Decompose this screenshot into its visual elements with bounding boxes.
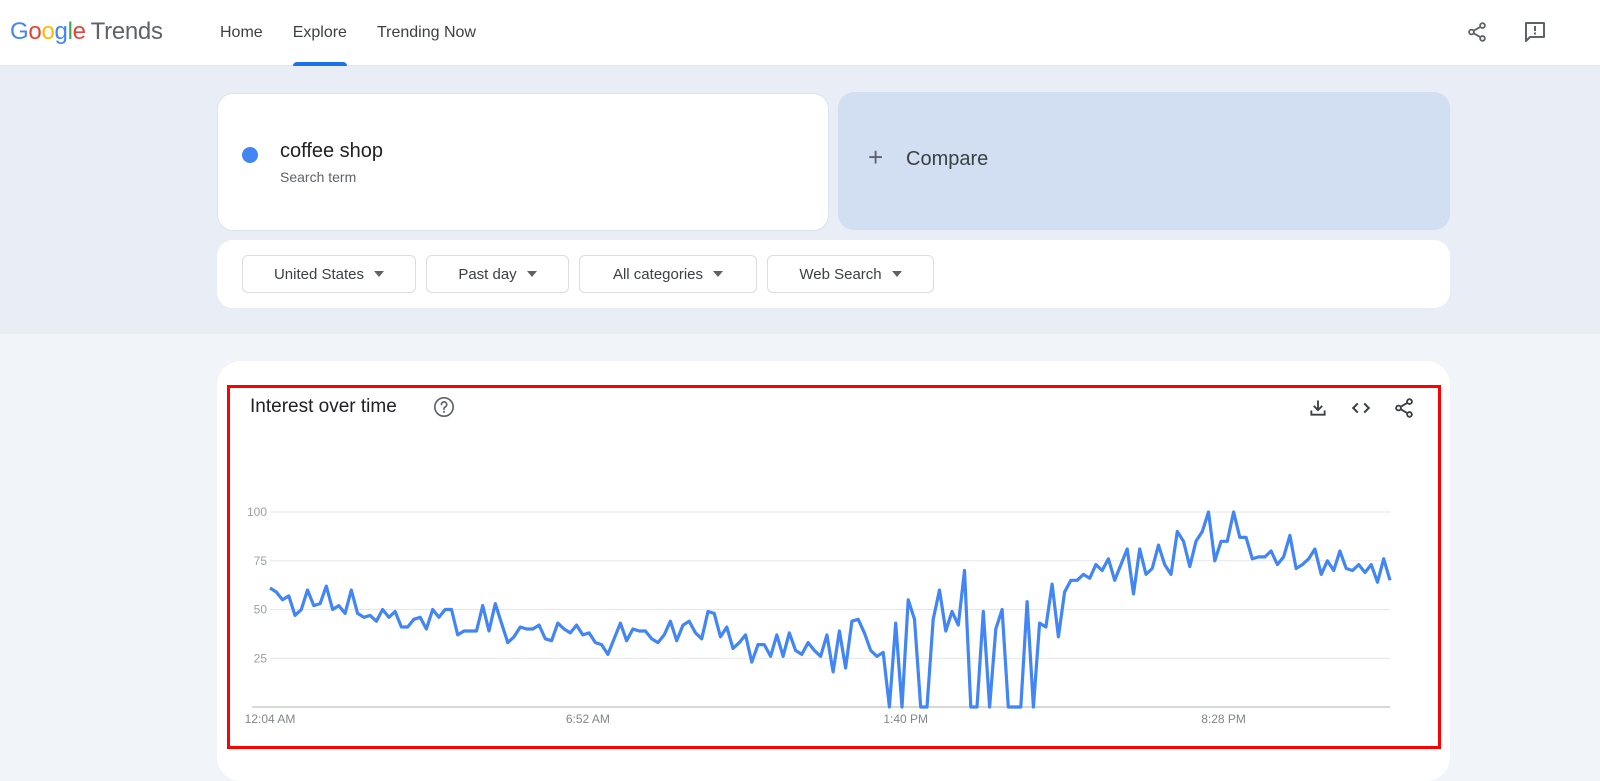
product-name: Trends xyxy=(90,18,163,45)
search-property-value: Web Search xyxy=(799,265,882,283)
search-property-dropdown[interactable]: Web Search xyxy=(767,255,934,293)
main-nav: Home Explore Trending Now xyxy=(205,0,491,66)
search-term-name[interactable]: coffee shop xyxy=(280,140,383,163)
category-dropdown[interactable]: All categories xyxy=(579,255,757,293)
nav-trending-now[interactable]: Trending Now xyxy=(362,0,491,66)
compare-label: Compare xyxy=(906,148,989,170)
share-icon[interactable] xyxy=(1463,18,1491,46)
google-trends-logo[interactable]: Google Trends xyxy=(10,18,163,46)
feedback-icon[interactable] xyxy=(1521,18,1549,46)
term-color-dot xyxy=(242,147,258,163)
embed-icon[interactable] xyxy=(1349,396,1373,420)
chart-title: Interest over time xyxy=(250,396,397,417)
search-term-type: Search term xyxy=(280,169,357,185)
time-range-dropdown[interactable]: Past day xyxy=(426,255,569,293)
help-icon[interactable] xyxy=(433,396,455,418)
compare-button[interactable]: + Compare xyxy=(838,92,1450,230)
time-range-value: Past day xyxy=(458,265,517,283)
share-icon[interactable] xyxy=(1392,396,1416,420)
dropdown-caret-icon xyxy=(713,271,724,277)
dropdown-caret-icon xyxy=(891,271,902,277)
nav-explore[interactable]: Explore xyxy=(278,0,362,66)
nav-home[interactable]: Home xyxy=(205,0,278,66)
filters-bar: United States Past day All categories We… xyxy=(217,240,1450,308)
plus-icon: + xyxy=(868,142,884,172)
region-dropdown[interactable]: United States xyxy=(242,255,416,293)
highlight-box xyxy=(227,385,1441,749)
category-value: All categories xyxy=(612,265,704,283)
region-value: United States xyxy=(273,265,365,283)
search-term-card[interactable]: coffee shop Search term xyxy=(217,93,829,231)
dropdown-caret-icon xyxy=(526,271,537,277)
top-app-bar: Google Trends Home Explore Trending Now xyxy=(0,0,1600,66)
dropdown-caret-icon xyxy=(374,271,385,277)
download-icon[interactable] xyxy=(1306,396,1330,420)
